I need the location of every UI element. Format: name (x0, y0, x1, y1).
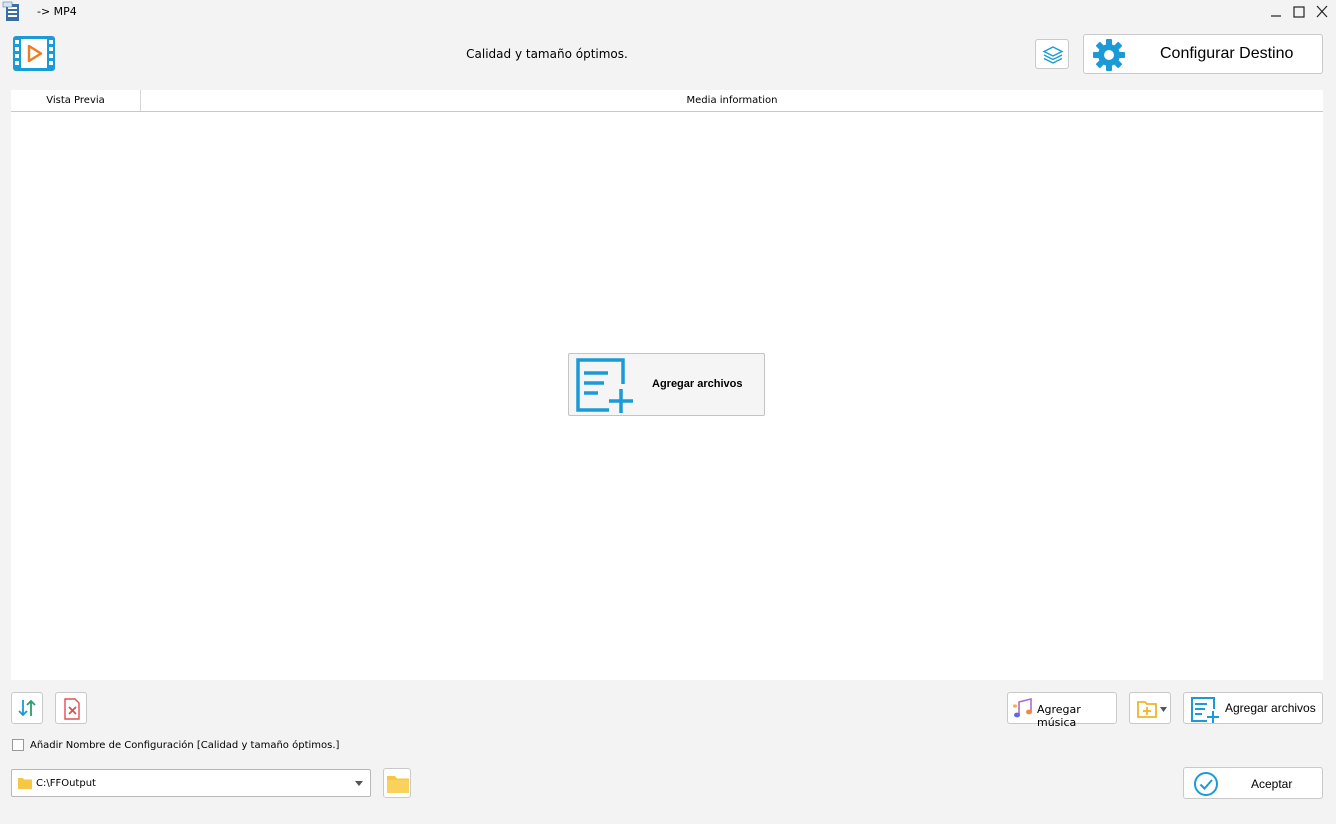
accept-button[interactable]: Aceptar (1183, 767, 1323, 799)
gear-icon (1093, 39, 1125, 71)
layers-button[interactable] (1035, 39, 1069, 69)
layers-icon (1042, 46, 1064, 64)
accept-label: Aceptar (1251, 777, 1293, 791)
folder-icon (18, 778, 32, 789)
dropdown-arrow-icon (355, 781, 363, 786)
list-header: Vista Previa Media information (11, 90, 1323, 112)
add-files-icon (576, 358, 633, 413)
sort-icon (18, 699, 36, 717)
column-preview[interactable]: Vista Previa (11, 90, 140, 111)
output-path-select[interactable]: C:\FFOutput (11, 769, 371, 797)
add-files-icon (1191, 697, 1219, 723)
add-files-center-button[interactable]: Agregar archivos (568, 353, 765, 416)
add-config-name-label: Añadir Nombre de Configuración [Calidad … (30, 740, 340, 751)
add-files-center-label: Agregar archivos (652, 378, 743, 390)
app-icon (2, 1, 19, 21)
chevron-down-icon (1160, 707, 1167, 712)
title-bar: -> MP4 (0, 0, 1336, 24)
configure-destination-label: Configurar Destino (1160, 45, 1294, 62)
music-icon (1013, 697, 1032, 718)
folder-icon (387, 776, 409, 793)
window-title: -> MP4 (37, 5, 77, 18)
remove-icon (64, 698, 80, 720)
add-files-label: Agregar archivos (1225, 701, 1316, 715)
browse-folder-button[interactable] (383, 768, 411, 798)
add-folder-icon (1137, 701, 1157, 718)
file-list[interactable]: Vista Previa Media information Agregar a… (11, 90, 1323, 680)
column-media-info[interactable]: Media information (141, 90, 1323, 111)
add-music-button[interactable]: Agregar música (1007, 692, 1117, 729)
sort-button[interactable] (11, 692, 43, 724)
add-music-label: Agregar música (1037, 703, 1081, 729)
check-circle-icon (1194, 772, 1218, 796)
maximize-icon[interactable] (1290, 4, 1308, 20)
close-icon[interactable] (1313, 4, 1331, 20)
remove-button[interactable] (55, 692, 87, 724)
add-files-button[interactable]: Agregar archivos (1183, 692, 1323, 724)
preset-description: Calidad y tamaño óptimos. (466, 47, 628, 61)
add-folder-button[interactable] (1129, 692, 1171, 724)
add-config-name-checkbox[interactable] (12, 739, 24, 751)
configure-destination-button[interactable]: Configurar Destino (1083, 34, 1323, 74)
output-path-text: C:\FFOutput (36, 778, 96, 789)
minimize-icon[interactable] (1267, 4, 1285, 20)
